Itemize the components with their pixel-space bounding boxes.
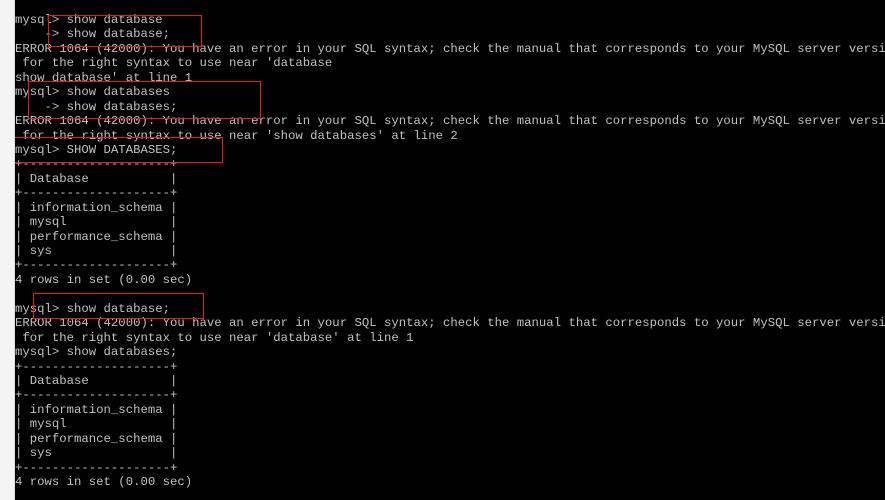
terminal-line: +--------------------+ (15, 258, 178, 273)
terminal-line: +--------------------+ (15, 157, 178, 172)
terminal-line: | mysql | (15, 215, 178, 230)
terminal-line: | sys | (15, 244, 178, 258)
terminal-line: ERROR 1064 (42000): You have an error in… (15, 114, 885, 129)
terminal-line: mysql> show databases; (15, 345, 178, 360)
window-left-edge (0, 0, 15, 500)
terminal-line: for the right syntax to use near 'databa… (15, 56, 333, 71)
terminal-line: | information_schema | (15, 200, 178, 215)
terminal-line: | performance_schema | (15, 431, 178, 446)
terminal-line: ERROR 1064 (42000): You have an error in… (15, 316, 885, 331)
terminal-line: mysql> SHOW DATABASES; (15, 142, 178, 157)
terminal-line: +--------------------+ (15, 388, 178, 403)
terminal-line: +--------------------+ (15, 359, 178, 374)
terminal-line: for the right syntax to use near 'databa… (15, 330, 414, 345)
terminal-line: | information_schema | (15, 402, 178, 417)
terminal-line: for the right syntax to use near 'show d… (15, 128, 458, 143)
terminal-line: 4 rows in set (0.00 sec) (15, 475, 193, 489)
terminal-line: | Database | (15, 171, 178, 186)
terminal-line: +--------------------+ (15, 186, 178, 201)
terminal-line: show database' at line 1 (15, 70, 193, 85)
terminal-line: | sys | (15, 446, 178, 461)
terminal-output: mysql> show database -> show database; ER… (15, 13, 885, 489)
terminal-line: ERROR 1064 (42000): You have an error in… (15, 41, 885, 56)
terminal-line: | Database | (15, 373, 178, 388)
terminal-line: mysql> show database (15, 13, 163, 27)
terminal-line: -> show database; (15, 27, 170, 42)
terminal-line: 4 rows in set (0.00 sec) (15, 272, 193, 287)
terminal-line: mysql> show databases (15, 85, 170, 100)
terminal-window[interactable]: mysql> show database -> show database; ER… (15, 0, 885, 500)
terminal-line: -> show databases; (15, 99, 178, 114)
terminal-line: +--------------------+ (15, 460, 178, 475)
terminal-line: | mysql | (15, 417, 178, 432)
terminal-line: | performance_schema | (15, 229, 178, 244)
terminal-line: mysql> show database; (15, 301, 170, 316)
